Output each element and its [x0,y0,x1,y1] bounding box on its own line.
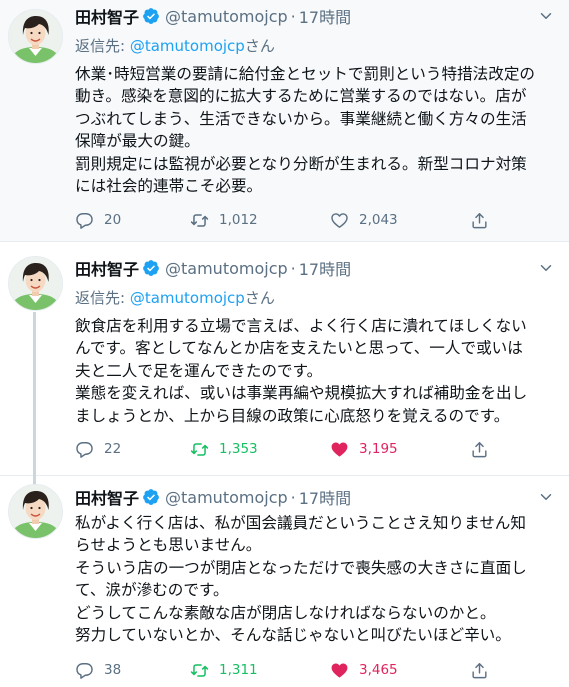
separator: · [290,258,296,278]
retweet-button[interactable]: 1,311 [190,658,258,682]
reply-to-suffix: さん [244,37,275,55]
share-button[interactable] [470,437,489,461]
tweet-actions: 22 1,353 3,195 [75,437,495,461]
share-button[interactable] [470,208,489,232]
retweet-icon [190,661,209,680]
tweet-header: 田村智子 @tamutomojcp · 17時間 [75,484,555,510]
author-name[interactable]: 田村智子 [75,4,139,28]
tweet-header: 田村智子 @tamutomojcp · 17時間 [75,255,555,281]
tweet-actions: 20 1,012 2,043 [75,208,495,232]
reply-to: 返信先: @tamutomojcpさん [75,287,275,308]
reply-icon [75,661,94,680]
tweet-line: 保障が最大の鍵。 [75,132,200,151]
thread-connector [33,312,36,485]
reply-count: 20 [104,212,122,228]
retweet-button[interactable]: 1,012 [190,208,258,232]
tweet-header: 田村智子 @tamutomojcp · 17時間 [75,3,555,29]
avatar-image [9,10,62,63]
reply-to-handle[interactable]: @tamutomojcp [130,289,245,307]
verified-badge-icon [142,7,160,25]
like-icon [330,211,349,230]
like-count: 3,465 [359,662,398,678]
tweet[interactable]: 田村智子 @tamutomojcp · 17時間 返信先: @tamutomoj… [0,242,569,485]
retweet-icon [190,440,209,459]
like-icon [330,661,349,680]
tweet-line: そういう店の一つが閉店となっただけで喪失感の大きさに直面し [75,558,527,577]
tweet-text: 私がよく行く店は、私が国会議員だということさえ知りません知 らせようとも思いませ… [75,512,557,646]
share-icon [470,661,489,680]
chevron-down-icon[interactable] [537,7,555,25]
tweet-line: どうしてこんな素敵な店が閉店しなければならないのかと。 [75,603,496,622]
tweet-line: 動き。感染を意図的に拡大するために営業するのではない。店が [75,87,527,106]
tweet-line: には社会的連帯こそ必要。 [75,177,263,196]
tweet-line: つぶれてしまう、生活できないから。事業継続と働く方々の生活 [75,109,527,128]
separator: · [290,487,296,507]
avatar[interactable] [8,9,63,64]
separator: · [290,6,296,26]
like-button[interactable]: 3,465 [330,658,398,682]
reply-to-prefix: 返信先: [75,289,130,307]
chevron-down-icon[interactable] [537,259,555,277]
tweet-line: ましょうとか、上から目線の政策に心底怒りを覚えるのです。 [75,406,510,425]
tweet-line: らせようとも思いません。 [75,536,262,555]
avatar[interactable] [8,256,63,311]
tweet-line: 罰則規定には監視が必要となり分断が生まれる。新型コロナ対策 [75,154,527,173]
tweet-line: 休業･時短営業の要請に給付金とセットで罰則という特措法改定の [75,65,536,83]
share-icon [470,440,489,459]
share-button[interactable] [470,658,489,682]
like-icon [330,440,349,459]
reply-to: 返信先: @tamutomojcpさん [75,35,275,56]
thread-connector [33,476,36,482]
tweet-line: 業態を変えれば、或いは事業再編や規模拡大すれば補助金を出し [75,384,528,403]
verified-badge-icon [142,488,160,506]
like-button[interactable]: 3,195 [330,437,398,461]
reply-icon [75,440,94,459]
tweet-line: んです。客としてなんとか店を支えたいと思って、一人で或いは [75,339,523,358]
tweet-text: 休業･時短営業の要請に給付金とセットで罰則という特措法改定の 動き。感染を意図的… [75,63,557,197]
tweet-line: 夫と二人で足を運んできたのです。 [75,361,323,380]
retweet-count: 1,311 [219,662,258,678]
tweet-line: て、涙が滲むのです。 [75,581,229,600]
tweet-line: 飲食店を利用する立場で言えば、よく行く店に潰れてほしくない [75,317,527,335]
retweet-icon [190,211,209,230]
like-count: 3,195 [359,441,398,457]
tweet-line: 私がよく行く店は、私が国会議員だということさえ知りません知 [75,514,526,532]
reply-icon [75,211,94,230]
timestamp[interactable]: 17時間 [299,256,351,280]
reply-to-prefix: 返信先: [75,37,130,55]
retweet-count: 1,353 [219,441,258,457]
reply-to-handle[interactable]: @tamutomojcp [130,37,245,55]
timestamp[interactable]: 17時間 [299,4,351,28]
like-count: 2,043 [359,212,398,228]
reply-to-suffix: さん [244,289,275,307]
avatar[interactable] [8,484,63,539]
retweet-count: 1,012 [219,212,258,228]
author-handle[interactable]: @tamutomojcp [165,488,288,507]
reply-button[interactable]: 38 [75,658,121,682]
avatar-image [9,257,62,310]
like-button[interactable]: 2,043 [330,208,398,232]
share-icon [470,211,489,230]
tweet-line: 努力していないとか、そんな話じゃないと叫びたいほど辛い。 [75,626,511,645]
verified-badge-icon [142,259,160,277]
author-name[interactable]: 田村智子 [75,485,139,509]
reply-button[interactable]: 22 [75,437,121,461]
tweet[interactable]: 田村智子 @tamutomojcp · 17時間 返信先: @tamutomoj… [0,0,569,242]
tweet-actions: 38 1,311 3,465 [75,658,495,682]
retweet-button[interactable]: 1,353 [190,437,258,461]
reply-count: 22 [104,441,122,457]
tweet[interactable]: 田村智子 @tamutomojcp · 17時間 私がよく行く店は、私が国会議員… [0,476,569,687]
timestamp[interactable]: 17時間 [299,485,351,509]
reply-count: 38 [104,662,122,678]
tweet-text: 飲食店を利用する立場で言えば、よく行く店に潰れてほしくない んです。客としてなん… [75,315,557,427]
chevron-down-icon[interactable] [537,488,555,506]
reply-button[interactable]: 20 [75,208,121,232]
author-handle[interactable]: @tamutomojcp [165,7,288,26]
author-handle[interactable]: @tamutomojcp [165,259,288,278]
avatar-image [9,485,62,538]
author-name[interactable]: 田村智子 [75,256,139,280]
